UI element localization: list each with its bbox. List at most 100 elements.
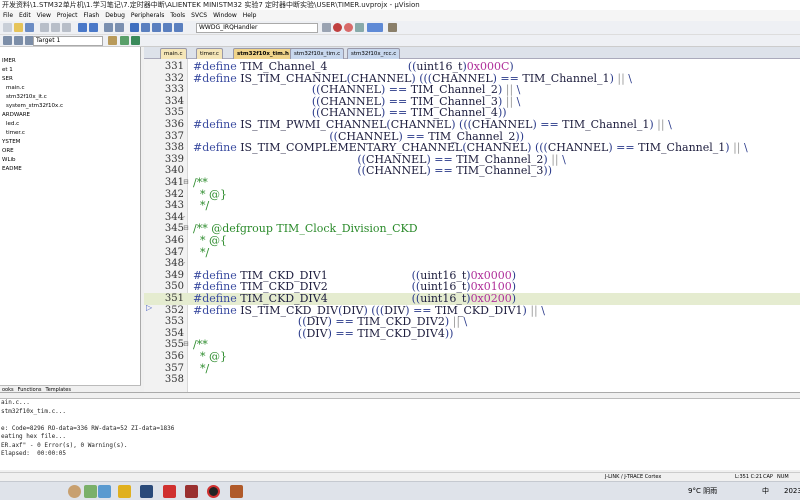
code-line[interactable]: 356 * @}	[144, 351, 800, 363]
breakpoint-list-icon[interactable]	[355, 23, 364, 32]
tree-item[interactable]: main.c	[0, 84, 140, 93]
menu-project[interactable]: Project	[54, 10, 81, 21]
bookmark-icon[interactable]	[130, 23, 139, 32]
tree-item[interactable]: stm32f10x_it.c	[0, 93, 140, 102]
code-line[interactable]: 357 */	[144, 361, 800, 375]
code-line[interactable]: 354 ((DIV) == TIM_CKD_DIV4))	[144, 327, 800, 340]
wps-office-icon[interactable]	[163, 485, 176, 498]
code-editor[interactable]: ▷ 331 #define TIM_Channel_4 ((uint16_t)0x…	[144, 59, 800, 392]
fold-icon[interactable]: ⊟	[183, 177, 189, 189]
menu-peripherals[interactable]: Peripherals	[128, 10, 167, 21]
recorder-icon[interactable]	[207, 485, 220, 498]
menu-file[interactable]: File	[0, 10, 16, 21]
menu-flash[interactable]: Flash	[80, 10, 102, 21]
tree-item[interactable]: ORE	[0, 147, 140, 156]
keil-uvision-icon[interactable]	[140, 485, 153, 498]
file-explorer-icon[interactable]	[118, 485, 131, 498]
find-icon[interactable]	[322, 23, 331, 32]
app-icon[interactable]	[230, 485, 243, 498]
output-line: ain.c...	[1, 399, 30, 406]
menu-view[interactable]: View	[34, 10, 54, 21]
tree-item[interactable]: et 1	[0, 66, 140, 75]
code-line[interactable]: 347 */	[144, 246, 800, 259]
app-icon[interactable]	[84, 485, 97, 498]
options-icon[interactable]	[108, 36, 117, 45]
new-file-icon[interactable]	[3, 23, 12, 32]
fold-icon[interactable]: ⊟	[183, 223, 189, 235]
code-line[interactable]: 358	[144, 374, 800, 386]
tab-timer-c[interactable]: timer.c	[196, 48, 223, 59]
build-toolbar: Target 1	[0, 35, 800, 47]
code-line[interactable]: 342 * @}	[144, 188, 800, 201]
app-icon[interactable]	[98, 485, 111, 498]
target-combo[interactable]: Target 1	[33, 36, 103, 46]
menu-help[interactable]: Help	[240, 10, 260, 21]
function-combo[interactable]: WWDG_IRQHandler	[196, 23, 318, 33]
unindent-icon[interactable]	[152, 23, 161, 32]
paste-icon[interactable]	[62, 23, 71, 32]
redo-icon[interactable]	[89, 23, 98, 32]
manage-project-icon[interactable]	[120, 36, 129, 45]
tab-main-c[interactable]: main.c	[160, 48, 187, 59]
line-number: 353	[164, 316, 184, 328]
code-line[interactable]: 341 ⊟/**	[144, 177, 800, 189]
navigate-forward-icon[interactable]	[115, 23, 124, 32]
line-number: 340	[164, 165, 184, 177]
menu-edit[interactable]: Edit	[16, 10, 34, 21]
tree-item[interactable]: system_stm32f10x.c	[0, 102, 140, 111]
code-line[interactable]: 343 */	[144, 200, 800, 212]
menu-tools[interactable]: Tools	[167, 10, 188, 21]
line-number: 354	[164, 327, 184, 339]
avatar-app-icon[interactable]	[68, 485, 81, 498]
tree-item[interactable]: YSTEM	[0, 138, 140, 147]
code-line[interactable]: 355 ⊟/**	[144, 339, 800, 351]
tree-item[interactable]: WLib	[0, 156, 140, 165]
open-folder-icon[interactable]	[14, 23, 23, 32]
configure-icon[interactable]	[388, 23, 397, 32]
tree-item[interactable]: IMER	[0, 57, 140, 66]
undo-icon[interactable]	[78, 23, 87, 32]
breakpoint-icon[interactable]	[344, 23, 353, 32]
cut-icon[interactable]	[40, 23, 49, 32]
line-number: 335	[164, 107, 184, 119]
build-icon[interactable]	[14, 36, 23, 45]
menu-debug[interactable]: Debug	[102, 10, 128, 21]
weather-widget[interactable]: 9°C 阴雨	[688, 486, 717, 496]
code-text: ((CHANNEL) == TIM_Channel_3))	[193, 164, 552, 178]
code-line[interactable]: 346 * @{	[144, 235, 800, 247]
tab-stm32f10x-rcc-c[interactable]: stm32f10x_rcc.c	[347, 48, 401, 59]
app-icon[interactable]	[185, 485, 198, 498]
navigate-back-icon[interactable]	[104, 23, 113, 32]
tree-item[interactable]: SER	[0, 75, 140, 84]
code-line[interactable]: 340 ((CHANNEL) == TIM_Channel_3))	[144, 165, 800, 177]
comment-icon[interactable]	[163, 23, 172, 32]
copy-icon[interactable]	[51, 23, 60, 32]
save-icon[interactable]	[25, 23, 34, 32]
line-number: 334	[164, 95, 184, 107]
tab-stm32f10x-tim-c[interactable]: stm32f10x_tim.c	[290, 48, 345, 59]
fold-icon[interactable]: ⊟	[183, 339, 189, 351]
tree-item[interactable]: EADME	[0, 165, 140, 174]
line-number: 350	[164, 281, 184, 293]
code-text: */	[193, 361, 210, 375]
window-layout-icon[interactable]	[367, 23, 383, 32]
indent-icon[interactable]	[141, 23, 150, 32]
debug-start-icon[interactable]	[333, 23, 342, 32]
tree-item[interactable]: timer.c	[0, 129, 140, 138]
translate-icon[interactable]	[3, 36, 12, 45]
select-packs-icon[interactable]	[131, 36, 140, 45]
menu-svcs[interactable]: SVCS	[188, 10, 210, 21]
line-number: 333	[164, 84, 184, 96]
fold-icon[interactable]: -	[183, 258, 185, 270]
code-line[interactable]: 345 ⊟/** @defgroup TIM_Clock_Division_CKD	[144, 223, 800, 235]
tab-stm32f10x-tim-h[interactable]: stm32f10x_tim.h	[233, 48, 293, 59]
uncomment-icon[interactable]	[174, 23, 183, 32]
ime-indicator[interactable]: 中	[762, 486, 769, 496]
tree-item[interactable]: led.c	[0, 120, 140, 129]
clock-year[interactable]: 2023	[784, 486, 800, 496]
status-bar: J-LINK / J-TRACE Cortex L:351 C:21 CAP N…	[0, 472, 800, 481]
line-number: 344	[164, 211, 184, 223]
fold-icon[interactable]: -	[183, 212, 185, 224]
menu-window[interactable]: Window	[210, 10, 240, 21]
tree-item[interactable]: ARDWARE	[0, 111, 140, 120]
